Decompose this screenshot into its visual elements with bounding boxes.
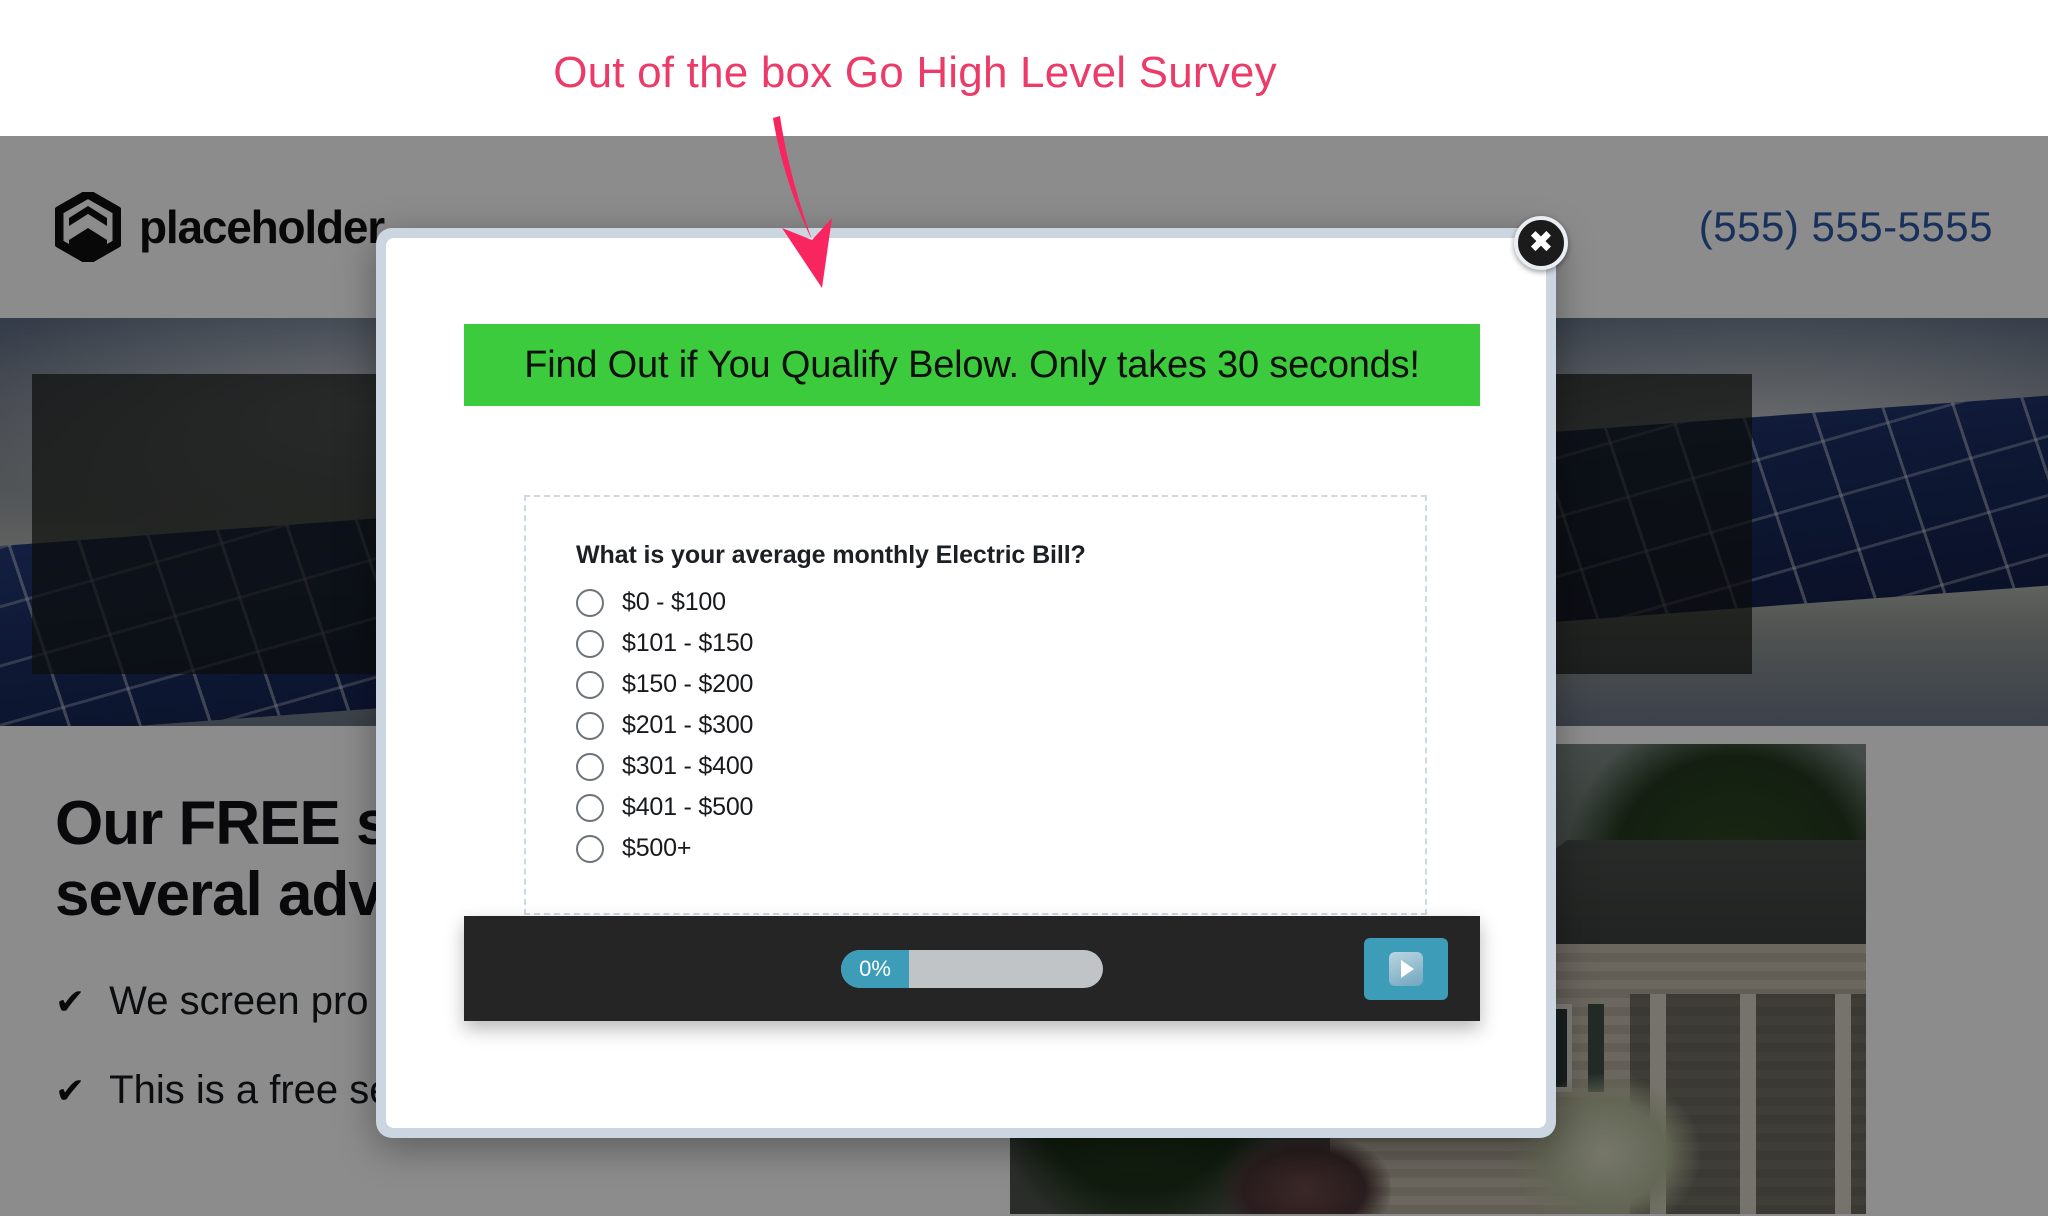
progress-bar: 0% (841, 949, 1103, 988)
screenshot-root: placeholder (555) 555-5555 You m gram. O… (0, 0, 2048, 1216)
radio-icon[interactable] (576, 670, 604, 699)
survey-option-6[interactable]: $500+ (576, 828, 1425, 869)
survey-option-label: $0 - $100 (622, 588, 726, 616)
survey-modal: ✖ Find Out if You Qualify Below. Only ta… (376, 216, 1568, 1138)
survey-option-0[interactable]: $0 - $100 (576, 582, 1425, 623)
survey-modal-body: ✖ Find Out if You Qualify Below. Only ta… (386, 216, 1568, 1128)
survey-option-2[interactable]: $150 - $200 (576, 664, 1425, 705)
survey-option-3[interactable]: $201 - $300 (576, 705, 1425, 746)
survey-question-box: What is your average monthly Electric Bi… (524, 495, 1427, 915)
survey-option-label: $500+ (622, 834, 692, 862)
down-right-arrow-icon (773, 116, 832, 288)
survey-option-label: $150 - $200 (622, 670, 754, 698)
close-x-icon[interactable]: ✖ (1514, 216, 1568, 270)
survey-question-label: What is your average monthly Electric Bi… (576, 541, 1086, 569)
next-button[interactable] (1364, 938, 1448, 1000)
survey-option-label: $101 - $150 (622, 629, 754, 657)
survey-option-5[interactable]: $401 - $500 (576, 787, 1425, 828)
radio-icon[interactable] (576, 588, 604, 617)
survey-option-1[interactable]: $101 - $150 (576, 623, 1425, 664)
survey-option-label: $201 - $300 (622, 711, 754, 739)
survey-option-label: $301 - $400 (622, 752, 754, 780)
progress-bar-fill: 0% (841, 949, 909, 988)
radio-icon[interactable] (576, 793, 604, 822)
radio-icon[interactable] (576, 834, 604, 863)
radio-icon[interactable] (576, 711, 604, 740)
survey-option-label: $401 - $500 (622, 793, 754, 821)
survey-footer-bar: 0% (464, 916, 1480, 1021)
survey-banner: Find Out if You Qualify Below. Only take… (464, 324, 1480, 406)
play-triangle-next-icon (1389, 952, 1423, 986)
annotation-strip: Out of the box Go High Level Survey (0, 0, 2048, 136)
radio-icon[interactable] (576, 629, 604, 658)
annotation-label: Out of the box Go High Level Survey (553, 48, 1277, 97)
survey-option-4[interactable]: $301 - $400 (576, 746, 1425, 787)
survey-option-list: $0 - $100 $101 - $150 $150 - $200 $201 -… (576, 582, 1425, 869)
radio-icon[interactable] (576, 752, 604, 781)
